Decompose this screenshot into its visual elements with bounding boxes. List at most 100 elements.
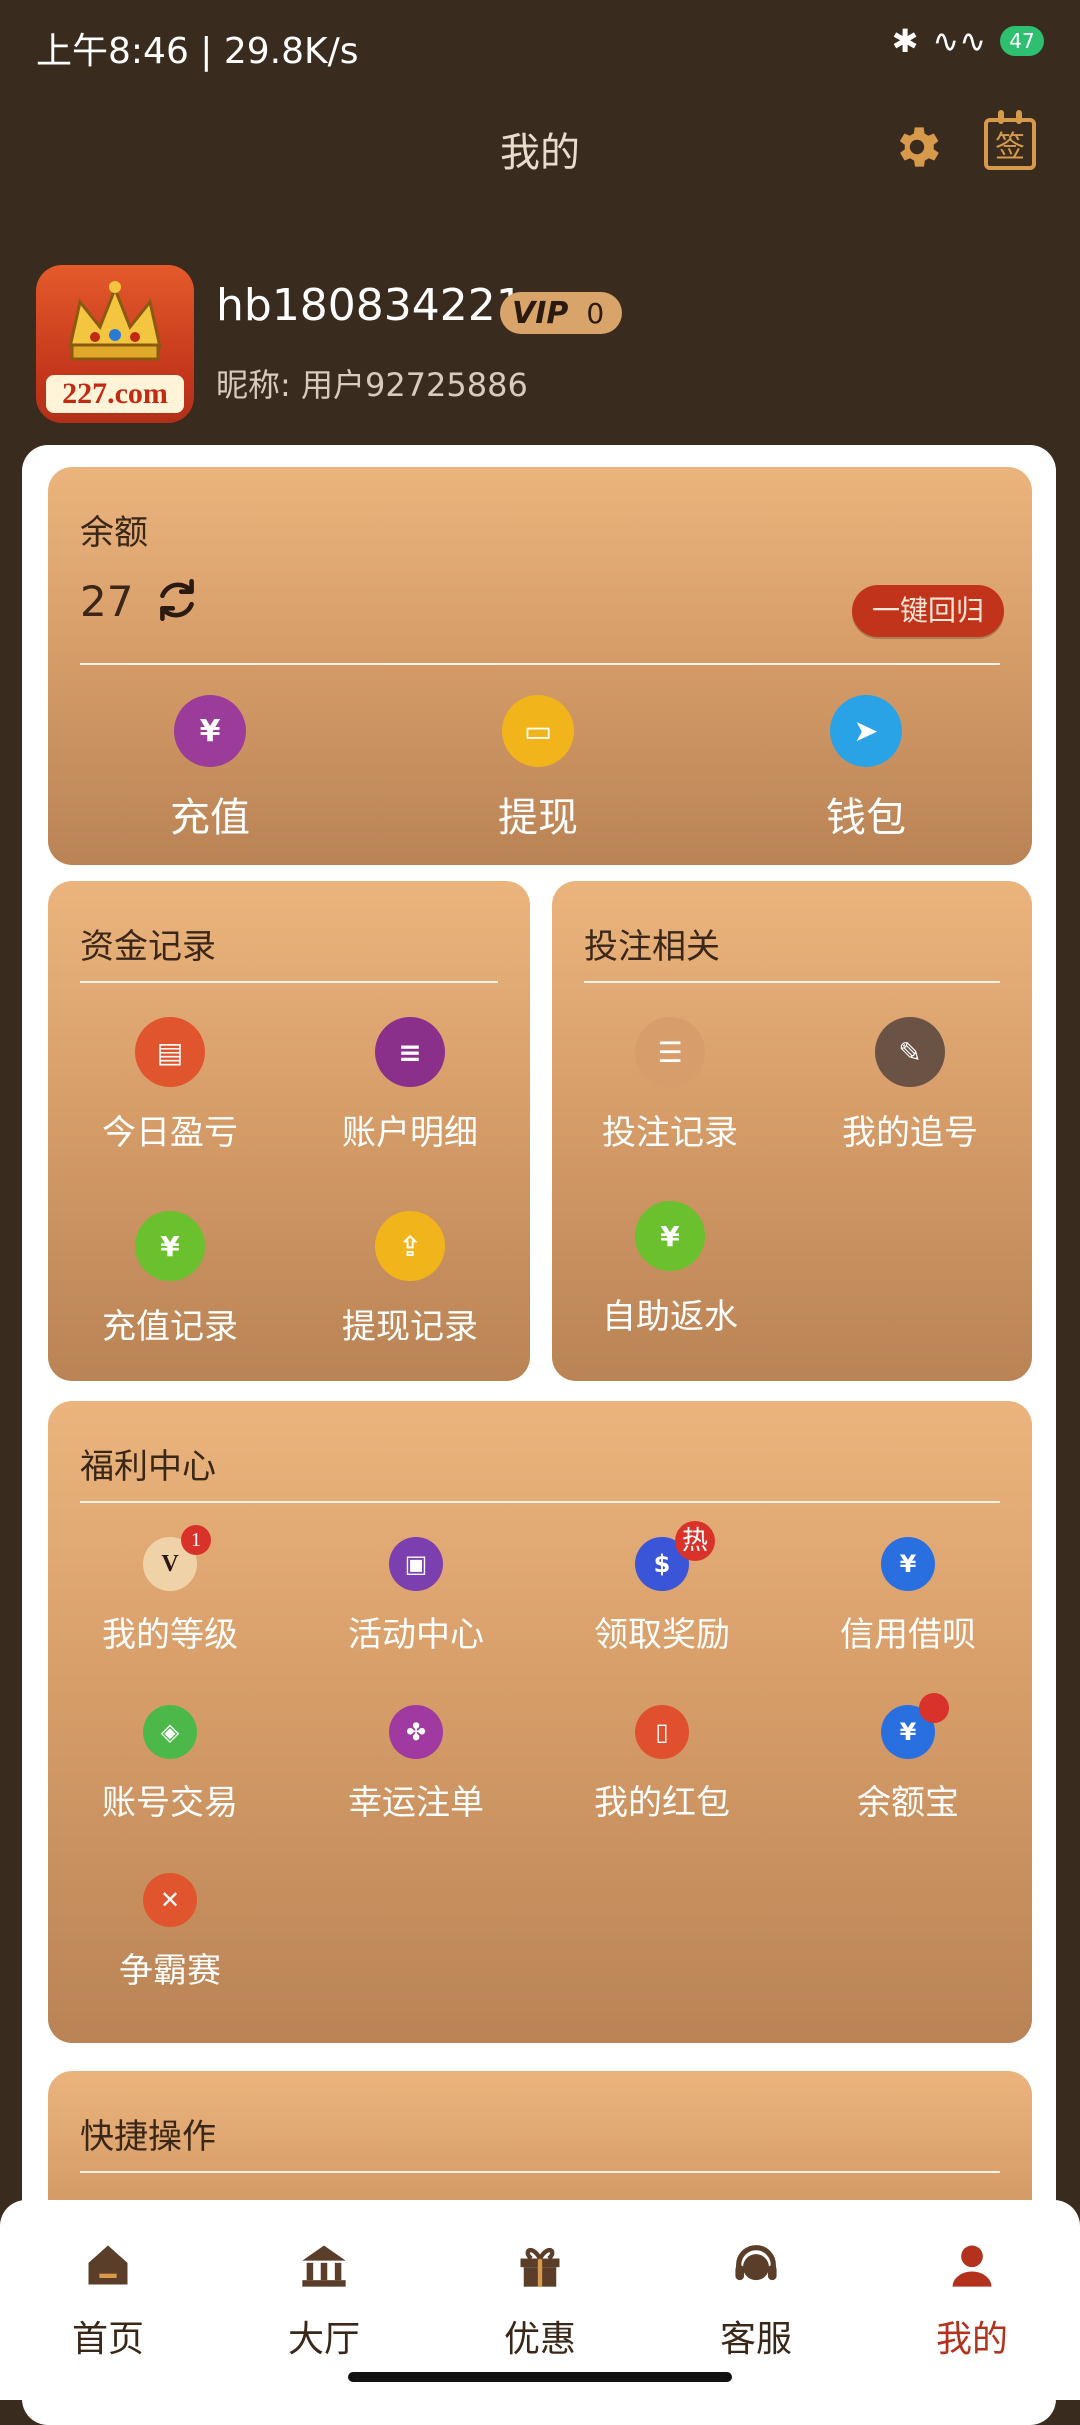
claim-reward-label: 领取奖励 bbox=[594, 1615, 730, 1655]
recharge-record-label: 充值记录 bbox=[102, 1307, 238, 1347]
notification-dot bbox=[919, 1693, 949, 1723]
account-detail-button[interactable]: ≡ 账户明细 bbox=[300, 1017, 520, 1154]
divider bbox=[584, 981, 1000, 983]
hot-badge: 热 bbox=[675, 1521, 715, 1561]
header: 我的 签 bbox=[0, 110, 1080, 190]
bet-record-button[interactable]: ☰ 投注记录 bbox=[560, 1017, 780, 1154]
heartbeat-icon: ∿∿ bbox=[932, 22, 986, 60]
recharge-button[interactable]: ¥ 充值 bbox=[100, 695, 320, 843]
list-icon: ☰ bbox=[635, 1017, 705, 1087]
nav-support-label: 客服 bbox=[719, 2319, 792, 2360]
self-rebate-button[interactable]: ¥ 自助返水 bbox=[560, 1201, 780, 1338]
claim-reward-button[interactable]: $ 热 领取奖励 bbox=[552, 1521, 772, 1656]
funds-records-card: 资金记录 ▤ 今日盈亏 ≡ 账户明细 ¥ 充值记录 ⇪ 提现记录 bbox=[48, 881, 530, 1381]
red-envelope-icon: ▯ bbox=[635, 1705, 689, 1759]
lucky-bet-button[interactable]: ✤ 幸运注单 bbox=[306, 1705, 526, 1824]
refresh-icon[interactable] bbox=[152, 575, 202, 625]
withdraw-record-button[interactable]: ⇪ 提现记录 bbox=[300, 1211, 520, 1348]
account-trade-button[interactable]: ◈ 账号交易 bbox=[60, 1705, 280, 1824]
my-chase-button[interactable]: ✎ 我的追号 bbox=[800, 1017, 1020, 1154]
hall-icon bbox=[302, 2245, 346, 2287]
nav-home-label: 首页 bbox=[71, 2319, 144, 2360]
piggy-bank-icon: ¥ bbox=[174, 695, 246, 767]
wallet-button[interactable]: ➤ 钱包 bbox=[756, 695, 976, 843]
balance-treasure-button[interactable]: ¥ 余额宝 bbox=[798, 1693, 1018, 1824]
credit-loan-button[interactable]: ¥ 信用借呗 bbox=[798, 1537, 1018, 1656]
balance-title: 余额 bbox=[80, 513, 148, 553]
bet-related-card: 投注相关 ☰ 投注记录 ✎ 我的追号 ¥ 自助返水 bbox=[552, 881, 1032, 1381]
recall-all-button[interactable]: 一键回归 bbox=[851, 585, 1004, 637]
battery-indicator: 47 bbox=[1000, 26, 1044, 56]
withdraw-record-label: 提现记录 bbox=[342, 1307, 478, 1347]
swords-icon: ✕ bbox=[143, 1873, 197, 1927]
username: hb180834221 bbox=[216, 280, 524, 331]
credit-loan-label: 信用借呗 bbox=[840, 1615, 976, 1655]
nav-hall-label: 大厅 bbox=[287, 2319, 360, 2360]
wallet-icon: ▭ bbox=[502, 695, 574, 767]
shield-icon: ◈ bbox=[143, 1705, 197, 1759]
vip-level: 0 bbox=[586, 296, 605, 330]
activity-center-label: 活动中心 bbox=[348, 1615, 484, 1655]
bet-record-label: 投注记录 bbox=[602, 1113, 738, 1153]
home-icon bbox=[88, 2245, 128, 2285]
nav-support[interactable]: 客服 bbox=[666, 2230, 846, 2362]
wallet-label: 钱包 bbox=[826, 795, 906, 841]
funds-title: 资金记录 bbox=[80, 927, 216, 967]
crown-icon bbox=[68, 281, 162, 361]
nav-mine-label: 我的 bbox=[935, 2319, 1008, 2360]
balance-treasure-label: 余额宝 bbox=[857, 1783, 959, 1823]
account-trade-label: 账号交易 bbox=[102, 1783, 238, 1823]
nav-promotions-label: 优惠 bbox=[503, 2319, 576, 2360]
avatar[interactable]: 227.com bbox=[36, 265, 194, 423]
home-indicator[interactable] bbox=[348, 2372, 732, 2382]
activity-center-button[interactable]: ▣ 活动中心 bbox=[306, 1537, 526, 1656]
content-sheet: 余额 27 一键回归 ¥ 充值 ▭ 提现 ➤ 钱包 资金记录 ▤ 今日盈亏 ≡ bbox=[22, 445, 1056, 2425]
lucky-bet-label: 幸运注单 bbox=[348, 1783, 484, 1823]
my-chase-label: 我的追号 bbox=[842, 1113, 978, 1153]
divider bbox=[80, 1501, 1000, 1503]
recharge-label: 充值 bbox=[170, 795, 250, 841]
withdraw-label: 提现 bbox=[498, 795, 578, 841]
bottom-navigation: 首页 大厅 优惠 客服 我的 bbox=[0, 2200, 1080, 2400]
chart-icon: ▤ bbox=[135, 1017, 205, 1087]
withdraw-button[interactable]: ▭ 提现 bbox=[428, 695, 648, 843]
money-pouch-icon: ¥ bbox=[881, 1693, 949, 1759]
edit-doc-icon: ✎ bbox=[875, 1017, 945, 1087]
tournament-button[interactable]: ✕ 争霸赛 bbox=[60, 1873, 280, 1992]
status-time-speed: 上午8:46 | 29.8K/s bbox=[36, 31, 359, 72]
bets-title: 投注相关 bbox=[584, 927, 720, 967]
today-profit-label: 今日盈亏 bbox=[102, 1113, 238, 1153]
my-red-envelope-label: 我的红包 bbox=[594, 1783, 730, 1823]
my-level-label: 我的等级 bbox=[102, 1615, 238, 1655]
welfare-title: 福利中心 bbox=[80, 1447, 216, 1487]
vip-level-icon: V 1 bbox=[143, 1525, 211, 1591]
credit-icon: ¥ bbox=[881, 1537, 935, 1591]
my-level-button[interactable]: V 1 我的等级 bbox=[60, 1525, 280, 1656]
quick-title: 快捷操作 bbox=[80, 2117, 216, 2157]
gear-icon[interactable] bbox=[890, 120, 944, 174]
divider bbox=[80, 2171, 1000, 2173]
nav-hall[interactable]: 大厅 bbox=[234, 2230, 414, 2362]
nav-mine[interactable]: 我的 bbox=[882, 2230, 1062, 2362]
reward-hand-icon: $ 热 bbox=[635, 1521, 715, 1591]
cash-box-icon: ⇪ bbox=[375, 1211, 445, 1281]
headset-icon bbox=[735, 2245, 777, 2281]
document-icon: ≡ bbox=[375, 1017, 445, 1087]
gift-icon bbox=[520, 2247, 560, 2287]
vip-badge[interactable]: VIP 0 bbox=[500, 292, 623, 334]
divider bbox=[80, 663, 1000, 665]
status-bar: 上午8:46 | 29.8K/s ✱ ∿∿ 47 bbox=[0, 0, 1080, 90]
sign-in-calendar-icon[interactable]: 签 bbox=[984, 110, 1036, 170]
recharge-record-button[interactable]: ¥ 充值记录 bbox=[60, 1211, 280, 1348]
user-icon bbox=[952, 2245, 992, 2287]
nickname: 昵称: 用户92725886 bbox=[216, 366, 528, 404]
nav-promotions[interactable]: 优惠 bbox=[450, 2230, 630, 2362]
today-profit-button[interactable]: ▤ 今日盈亏 bbox=[60, 1017, 280, 1154]
balance-card: 余额 27 一键回归 ¥ 充值 ▭ 提现 ➤ 钱包 bbox=[48, 467, 1032, 865]
status-icons: ✱ ∿∿ 47 bbox=[892, 22, 1044, 60]
nav-home[interactable]: 首页 bbox=[18, 2230, 198, 2362]
welfare-center-card: 福利中心 V 1 我的等级 ▣ 活动中心 $ 热 领取奖励 ¥ 信用借呗 ◈ 账… bbox=[48, 1401, 1032, 2043]
paper-plane-icon: ➤ bbox=[830, 695, 902, 767]
my-red-envelope-button[interactable]: ▯ 我的红包 bbox=[552, 1705, 772, 1824]
self-rebate-label: 自助返水 bbox=[602, 1297, 738, 1337]
